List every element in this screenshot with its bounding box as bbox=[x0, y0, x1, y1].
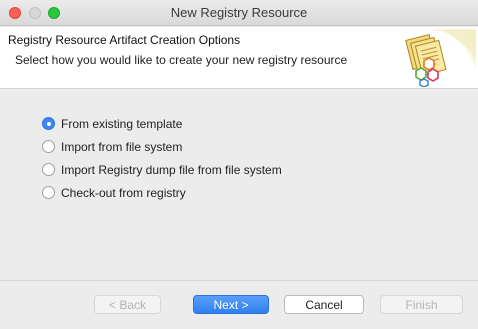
registry-resource-banner-icon bbox=[405, 29, 476, 87]
finish-button[interactable]: Finish bbox=[380, 295, 463, 314]
option-label: From existing template bbox=[61, 116, 183, 131]
option-from-existing-template[interactable]: From existing template bbox=[42, 112, 282, 135]
footer-divider bbox=[0, 280, 478, 281]
radio-button-selected[interactable] bbox=[42, 117, 55, 130]
wizard-page-title: Registry Resource Artifact Creation Opti… bbox=[8, 33, 241, 47]
option-import-registry-dump[interactable]: Import Registry dump file from file syst… bbox=[42, 158, 282, 181]
back-button[interactable]: < Back bbox=[94, 295, 161, 314]
option-label: Import from file system bbox=[61, 139, 183, 154]
window-title: New Registry Resource bbox=[170, 5, 308, 20]
cancel-button[interactable]: Cancel bbox=[284, 295, 364, 314]
option-label: Check-out from registry bbox=[61, 185, 186, 200]
option-import-from-file-system[interactable]: Import from file system bbox=[42, 135, 282, 158]
title-bar[interactable]: New Registry Resource bbox=[0, 0, 478, 26]
radio-button[interactable] bbox=[42, 163, 55, 176]
option-label: Import Registry dump file from file syst… bbox=[61, 162, 282, 177]
option-check-out-from-registry[interactable]: Check-out from registry bbox=[42, 181, 282, 204]
wizard-header: Registry Resource Artifact Creation Opti… bbox=[0, 27, 478, 89]
next-button[interactable]: Next > bbox=[193, 295, 269, 314]
radio-button[interactable] bbox=[42, 186, 55, 199]
wizard-page-description: Select how you would like to create your… bbox=[15, 53, 348, 67]
creation-options-group: From existing template Import from file … bbox=[42, 112, 282, 204]
radio-button[interactable] bbox=[42, 140, 55, 153]
